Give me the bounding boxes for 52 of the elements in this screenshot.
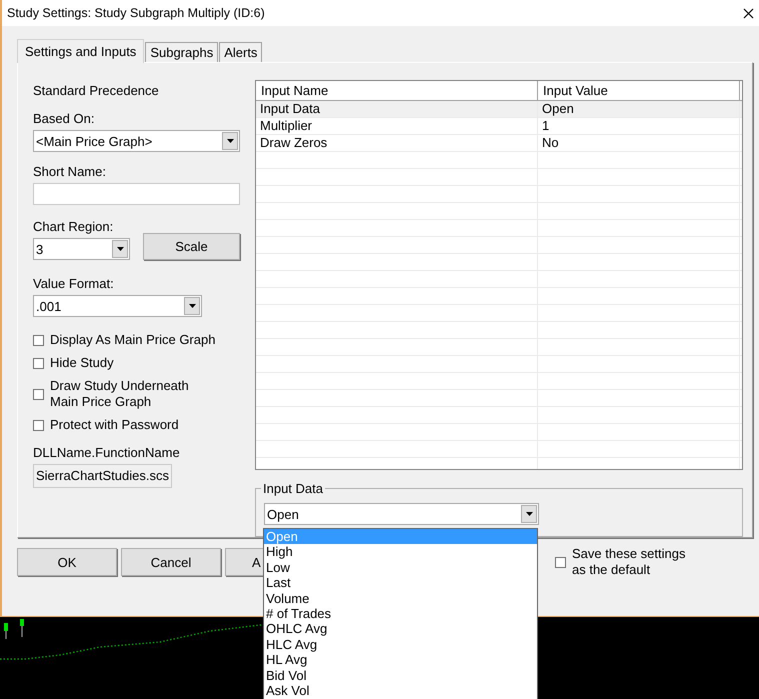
section-label: Standard Precedence	[33, 83, 160, 99]
dropdown-option[interactable]: OHLC Avg	[264, 621, 537, 637]
tab[interactable]: Alerts	[219, 42, 262, 62]
window-title: Study Settings: Study Subgraph Multiply (ID:6)	[7, 6, 265, 20]
based-on-dropdown[interactable]: <Main Price Graph>	[33, 130, 240, 152]
checkbox-label: Hide Study	[50, 355, 115, 371]
scale-button[interactable]: Scale	[143, 233, 240, 260]
column-header[interactable]: Input Name	[256, 81, 538, 100]
dropdown-option[interactable]: HLC Avg	[264, 636, 537, 652]
field-label: Based On:	[33, 111, 96, 127]
table-cell: Multiplier	[256, 118, 538, 134]
table-cell: Draw Zeros	[256, 135, 538, 151]
checkbox[interactable]	[33, 334, 44, 346]
table-cell: Input Data	[256, 101, 538, 117]
table-row[interactable]: Multiplier 1	[256, 118, 742, 135]
checkbox[interactable]	[33, 358, 44, 368]
table-row[interactable]: Input Data Open	[256, 101, 742, 118]
dialog-button[interactable]: Cancel	[121, 548, 221, 576]
dropdown-option[interactable]: # of Trades	[264, 606, 537, 622]
checkbox-label: Display As Main Price Graph	[50, 332, 216, 348]
column-header[interactable]: Input Value	[538, 81, 740, 100]
dropdown-option[interactable]: High	[264, 544, 537, 560]
value-format-dropdown[interactable]: .001	[33, 295, 202, 317]
field-label: DLLName.FunctionName	[33, 445, 181, 461]
dll-name-field: SierraChartStudies.scs	[33, 464, 172, 488]
group-title: Input Data	[261, 481, 325, 496]
table-cell: 1	[538, 118, 740, 134]
field-label: Short Name:	[33, 164, 107, 180]
field-label: Chart Region:	[33, 219, 114, 235]
checkbox-label: Save these settings as the default	[572, 546, 686, 578]
table-row[interactable]: Draw Zeros No	[256, 135, 742, 152]
table-cell: Open	[538, 101, 740, 117]
tab[interactable]: Settings and Inputs	[17, 39, 144, 63]
dropdown-option[interactable]: Ask Vol	[264, 682, 537, 698]
chart-region-dropdown[interactable]: 3	[33, 238, 130, 260]
tab[interactable]: Subgraphs	[145, 42, 218, 62]
dropdown-option[interactable]: Bid Vol	[264, 668, 537, 683]
checkbox[interactable]	[33, 420, 44, 430]
dropdown-option[interactable]: Volume	[264, 590, 537, 606]
short-name-field[interactable]	[33, 183, 240, 205]
dropdown-option[interactable]: Low	[264, 560, 537, 576]
dropdown-option[interactable]: Last	[264, 575, 537, 591]
checkbox-label: Draw Study Underneath Main Price Graph	[50, 378, 190, 410]
dialog-button[interactable]: OK	[17, 548, 117, 576]
checkbox-label: Protect with Password	[50, 417, 180, 433]
dropdown-option[interactable]: HL Avg	[264, 652, 537, 668]
field-label: Value Format:	[33, 276, 115, 292]
close-icon[interactable]	[743, 8, 754, 18]
table-cell: No	[538, 135, 740, 151]
input-data-dropdown[interactable]: Open	[264, 503, 539, 526]
checkbox[interactable]	[33, 388, 44, 400]
checkbox[interactable]	[555, 556, 566, 568]
